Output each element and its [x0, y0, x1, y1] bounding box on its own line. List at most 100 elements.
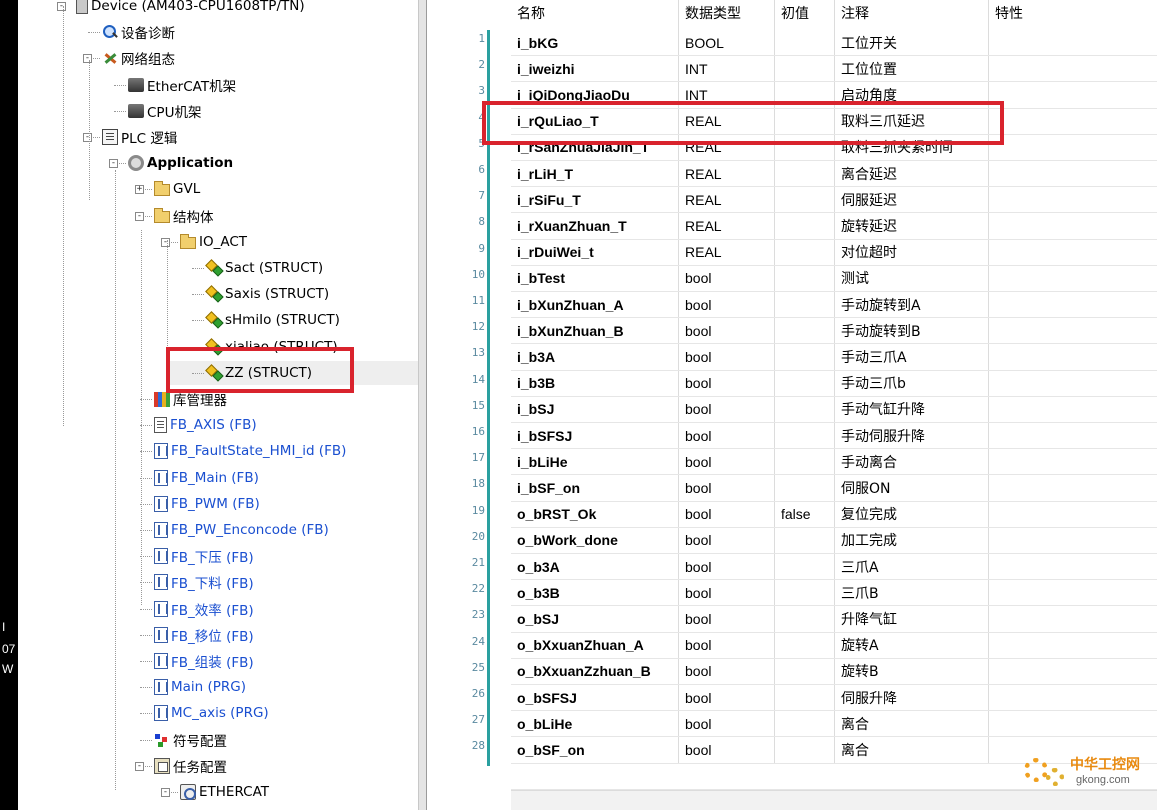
cell-comment[interactable]: 手动三爪b: [835, 370, 989, 396]
header-data-type[interactable]: 数据类型: [679, 0, 775, 30]
cell-initial-value[interactable]: [775, 737, 835, 763]
cell-attributes[interactable]: [989, 240, 1157, 265]
table-row[interactable]: o_bWork_done bool 加工完成: [511, 527, 1157, 554]
table-row[interactable]: o_b3B bool 三爪B: [511, 580, 1157, 607]
cell-comment[interactable]: 旋转B: [835, 658, 989, 684]
table-row[interactable]: i_rQuLiao_T REAL 取料三爪延迟: [511, 108, 1157, 135]
cell-name[interactable]: i_iweizhi: [511, 56, 679, 82]
cell-attributes[interactable]: [989, 606, 1157, 631]
tree-item[interactable]: IO_ACT: [180, 230, 247, 254]
cell-data-type[interactable]: bool: [679, 632, 775, 658]
cell-initial-value[interactable]: false: [775, 501, 835, 527]
tree-item[interactable]: FB_移位 (FB): [154, 623, 254, 647]
table-row[interactable]: i_bLiHe bool 手动离合: [511, 449, 1157, 476]
tree-item[interactable]: sHmiIo (STRUCT): [206, 308, 340, 332]
cell-comment[interactable]: 离合: [835, 737, 989, 763]
tree-item[interactable]: Device (AM403-CPU1608TP/TN): [76, 0, 305, 18]
table-row[interactable]: i_bXunZhuan_A bool 手动旋转到A: [511, 292, 1157, 319]
cell-initial-value[interactable]: [775, 344, 835, 370]
cell-attributes[interactable]: [989, 580, 1157, 605]
cell-data-type[interactable]: bool: [679, 265, 775, 291]
table-row[interactable]: i_iQiDongJiaoDu INT 启动角度: [511, 82, 1157, 109]
cell-data-type[interactable]: bool: [679, 396, 775, 422]
table-row[interactable]: i_b3A bool 手动三爪A: [511, 344, 1157, 371]
cell-data-type[interactable]: REAL: [679, 239, 775, 265]
cell-comment[interactable]: 离合延迟: [835, 161, 989, 187]
table-row[interactable]: i_rSanZhuaJiaJin_T REAL 取料三抓夹紧时间: [511, 134, 1157, 161]
cell-name[interactable]: i_bTest: [511, 265, 679, 291]
cell-comment[interactable]: 手动三爪A: [835, 344, 989, 370]
cell-name[interactable]: i_bSFSJ: [511, 423, 679, 449]
collapse-icon[interactable]: -: [135, 761, 144, 771]
collapse-icon[interactable]: -: [83, 133, 92, 142]
cell-name[interactable]: i_bXunZhuan_B: [511, 318, 679, 344]
tree-item[interactable]: FB_组装 (FB): [154, 649, 254, 673]
cell-data-type[interactable]: bool: [679, 344, 775, 370]
cell-initial-value[interactable]: [775, 475, 835, 501]
cell-data-type[interactable]: INT: [679, 82, 775, 108]
table-row[interactable]: i_b3B bool 手动三爪b: [511, 370, 1157, 397]
tree-item[interactable]: MC_axis (PRG): [154, 701, 269, 725]
tree-item[interactable]: 设备诊断: [102, 20, 175, 44]
cell-data-type[interactable]: bool: [679, 554, 775, 580]
cell-initial-value[interactable]: [775, 711, 835, 737]
cell-initial-value[interactable]: [775, 134, 835, 160]
cell-attributes[interactable]: [989, 135, 1157, 160]
cell-name[interactable]: o_bSFSJ: [511, 685, 679, 711]
cell-attributes[interactable]: [989, 161, 1157, 186]
tree-item[interactable]: GVL: [154, 177, 200, 201]
cell-comment[interactable]: 伺服升降: [835, 685, 989, 711]
cell-initial-value[interactable]: [775, 56, 835, 82]
cell-comment[interactable]: 手动气缸升降: [835, 396, 989, 422]
tree-item[interactable]: PLC 逻辑: [102, 125, 177, 149]
cell-comment[interactable]: 手动旋转到A: [835, 292, 989, 318]
cell-initial-value[interactable]: [775, 161, 835, 187]
collapse-icon[interactable]: -: [161, 788, 170, 797]
table-row[interactable]: o_bXxuanZzhuan_B bool 旋转B: [511, 658, 1157, 685]
cell-attributes[interactable]: [989, 475, 1157, 500]
cell-attributes[interactable]: [989, 318, 1157, 343]
cell-name[interactable]: o_bXxuanZhuan_A: [511, 632, 679, 658]
cell-name[interactable]: i_iQiDongJiaoDu: [511, 82, 679, 108]
tree-item[interactable]: xialiao (STRUCT): [206, 335, 338, 359]
cell-comment[interactable]: 手动旋转到B: [835, 318, 989, 344]
collapse-icon[interactable]: -: [109, 159, 118, 169]
header-name[interactable]: 名称: [511, 0, 679, 30]
cell-attributes[interactable]: [989, 82, 1157, 107]
cell-name[interactable]: i_rSanZhuaJiaJin_T: [511, 134, 679, 160]
cell-attributes[interactable]: [989, 213, 1157, 238]
cell-name[interactable]: i_b3B: [511, 370, 679, 396]
tree-item[interactable]: 符号配置: [154, 728, 227, 752]
table-row[interactable]: i_rXuanZhuan_T REAL 旋转延迟: [511, 213, 1157, 240]
cell-initial-value[interactable]: [775, 318, 835, 344]
cell-attributes[interactable]: [989, 109, 1157, 134]
cell-data-type[interactable]: bool: [679, 370, 775, 396]
cell-data-type[interactable]: bool: [679, 423, 775, 449]
cell-comment[interactable]: 工位开关: [835, 30, 989, 56]
cell-name[interactable]: i_rDuiWei_t: [511, 239, 679, 265]
cell-data-type[interactable]: bool: [679, 292, 775, 318]
cell-initial-value[interactable]: [775, 292, 835, 318]
cell-attributes[interactable]: [989, 554, 1157, 579]
cell-attributes[interactable]: [989, 528, 1157, 553]
tree-item[interactable]: Application: [128, 151, 233, 175]
cell-name[interactable]: i_bXunZhuan_A: [511, 292, 679, 318]
table-row[interactable]: i_rSiFu_T REAL 伺服延迟: [511, 187, 1157, 214]
cell-attributes[interactable]: [989, 659, 1157, 684]
cell-initial-value[interactable]: [775, 658, 835, 684]
cell-initial-value[interactable]: [775, 265, 835, 291]
table-row[interactable]: i_bTest bool 测试: [511, 265, 1157, 292]
cell-name[interactable]: i_rQuLiao_T: [511, 108, 679, 134]
cell-comment[interactable]: 伺服ON: [835, 475, 989, 501]
tree-item[interactable]: FB_PWM (FB): [154, 492, 260, 516]
cell-initial-value[interactable]: [775, 527, 835, 553]
cell-name[interactable]: i_rSiFu_T: [511, 187, 679, 213]
collapse-icon[interactable]: ^: [463, 0, 474, 9]
tree-item[interactable]: FB_AXIS (FB): [154, 413, 257, 437]
cell-comment[interactable]: 取料三抓夹紧时间: [835, 134, 989, 160]
tree-item[interactable]: FB_下料 (FB): [154, 570, 254, 594]
cell-attributes[interactable]: [989, 685, 1157, 710]
tree-item[interactable]: FB_FaultState_HMI_id (FB): [154, 439, 346, 463]
cell-data-type[interactable]: bool: [679, 475, 775, 501]
table-row[interactable]: o_bLiHe bool 离合: [511, 711, 1157, 738]
